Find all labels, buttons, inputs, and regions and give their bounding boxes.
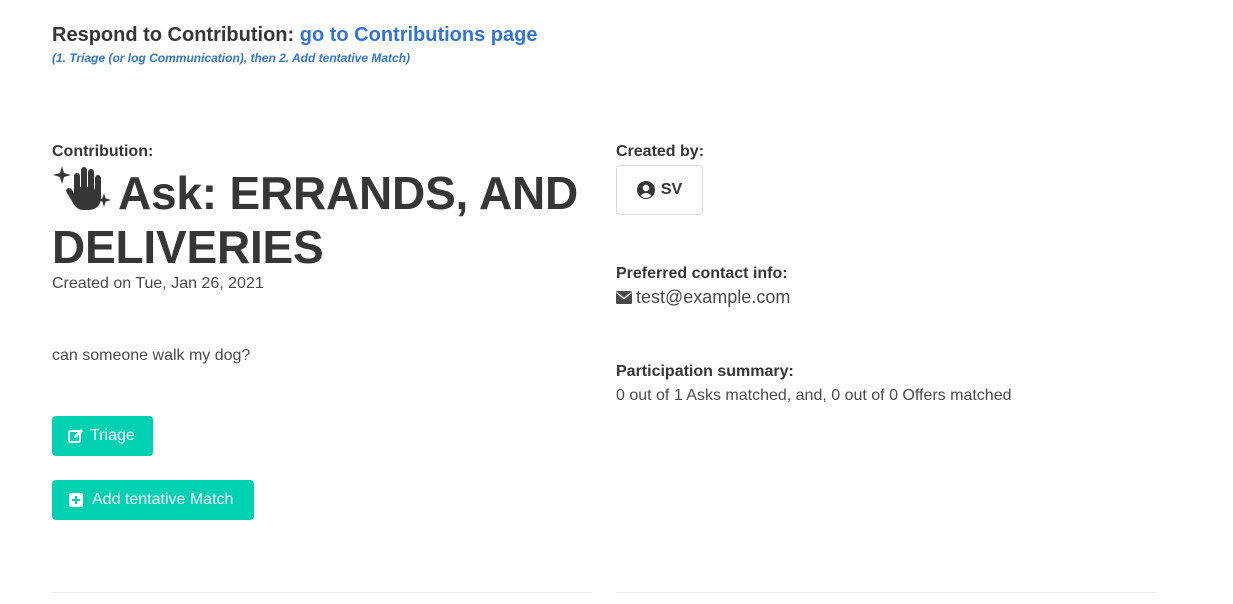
- contact-section: Preferred contact info: test@example.com: [616, 265, 790, 308]
- workflow-hint: (1. Triage (or log Communication), then …: [52, 51, 411, 65]
- envelope-icon: [616, 291, 632, 304]
- page-title-prefix: Respond to Contribution:: [52, 24, 295, 46]
- contributions-page-link[interactable]: go to Contributions page: [300, 24, 538, 46]
- created-by-label: Created by:: [616, 143, 705, 160]
- add-tentative-match-button[interactable]: Add tentative Match: [52, 480, 254, 520]
- creator-section: Created by: SV: [616, 143, 1156, 215]
- creator-name: SV: [660, 181, 683, 198]
- preferred-contact-label: Preferred contact info:: [616, 265, 788, 282]
- page-title: Respond to Contribution: go to Contribut…: [52, 22, 537, 48]
- triage-button[interactable]: Triage: [52, 416, 153, 456]
- contribution-label: Contribution:: [52, 143, 154, 160]
- divider-left: [52, 592, 592, 593]
- plus-square-icon: [69, 493, 83, 507]
- contribution-title-text: Ask: ERRANDS, AND DELIVERIES: [52, 167, 579, 273]
- edit-icon: [68, 429, 83, 443]
- raised-hand-sparkles-icon: [53, 166, 111, 210]
- contribution-details: Contribution: Ask: ERRANDS, AND DELIVERI…: [52, 143, 592, 294]
- participation-summary-label: Participation summary:: [616, 363, 794, 380]
- creator-button[interactable]: SV: [616, 165, 703, 215]
- divider-right: [616, 592, 1156, 593]
- respond-contribution-page: Respond to Contribution: go to Contribut…: [0, 0, 1233, 604]
- participation-summary-value: 0 out of 1 Asks matched, and, 0 out of 0…: [616, 387, 1012, 404]
- contribution-description: can someone walk my dog?: [52, 347, 251, 364]
- contact-email: test@example.com: [616, 287, 790, 308]
- page-header: Respond to Contribution: go to Contribut…: [52, 22, 537, 65]
- triage-button-label: Triage: [90, 427, 135, 444]
- contribution-title: Ask: ERRANDS, AND DELIVERIES: [52, 163, 592, 274]
- participation-section: Participation summary: 0 out of 1 Asks m…: [616, 363, 1012, 405]
- created-on-date: Created on Tue, Jan 26, 2021: [52, 275, 264, 292]
- add-match-button-label: Add tentative Match: [92, 491, 234, 508]
- user-circle-icon: [636, 181, 655, 199]
- contact-email-text: test@example.com: [636, 287, 791, 307]
